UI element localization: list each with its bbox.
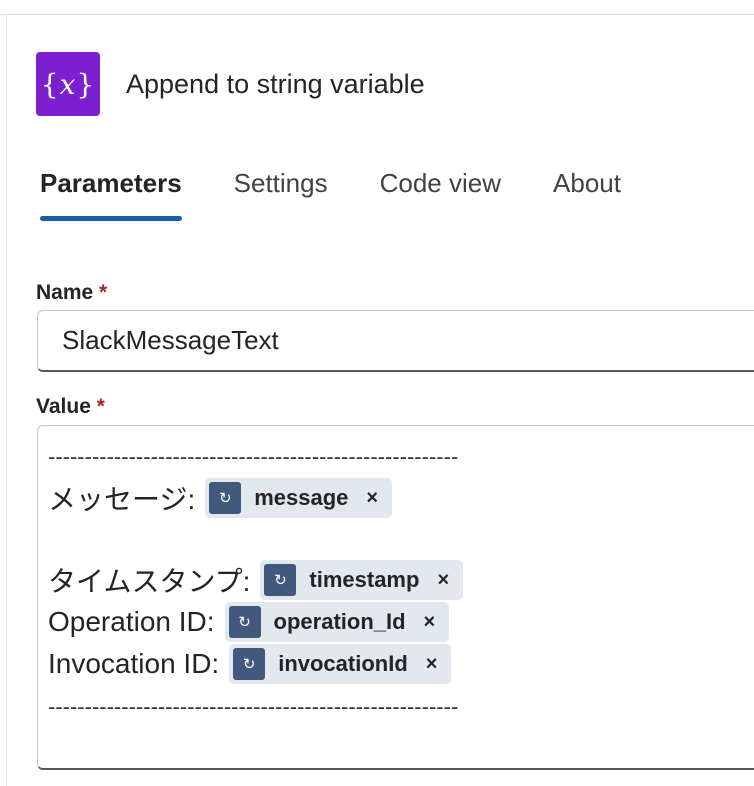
remove-token-icon[interactable]: × — [426, 653, 438, 676]
remove-token-icon[interactable]: × — [437, 569, 449, 592]
required-marker: * — [96, 395, 105, 418]
token-label: message — [254, 485, 349, 510]
separator-line: ----------------------------------------… — [48, 694, 459, 719]
panel-top-border — [0, 14, 754, 15]
value-line-timestamp: タイムスタンプ: ↻ timestamp × — [48, 560, 464, 600]
dynamic-content-icon: ↻ — [264, 564, 297, 596]
remove-token-icon[interactable]: × — [366, 487, 378, 510]
line-prefix: Invocation ID: — [48, 648, 220, 679]
tab-about[interactable]: About — [553, 168, 621, 217]
value-line-message: メッセージ: ↻ message × — [48, 478, 393, 518]
dynamic-content-icon: ↻ — [209, 482, 242, 514]
value-line-operation-id: Operation ID: ↻ operation_Id × — [48, 602, 450, 642]
value-line-invocation-id: Invocation ID: ↻ invocationId × — [48, 644, 452, 684]
value-label-text: Value — [36, 395, 91, 418]
line-prefix: メッセージ: — [48, 484, 196, 515]
token-operation-id[interactable]: ↻ operation_Id × — [224, 602, 450, 642]
token-label: timestamp — [309, 567, 420, 592]
token-invocation-id[interactable]: ↻ invocationId × — [229, 644, 452, 684]
token-message[interactable]: ↻ message × — [205, 478, 393, 518]
tab-list: Parameters Settings Code view About — [40, 168, 673, 221]
value-label: Value * — [36, 395, 105, 419]
token-label: operation_Id — [273, 609, 406, 634]
name-label-text: Name — [36, 281, 94, 304]
tab-settings[interactable]: Settings — [234, 168, 328, 217]
remove-token-icon[interactable]: × — [424, 611, 436, 634]
token-timestamp[interactable]: ↻ timestamp × — [260, 560, 464, 600]
required-marker: * — [99, 281, 108, 304]
token-label: invocationId — [278, 651, 408, 676]
tab-code-view[interactable]: Code view — [380, 168, 501, 217]
tab-parameters[interactable]: Parameters — [40, 168, 182, 221]
separator-line: ----------------------------------------… — [48, 444, 459, 469]
variable-icon: {x} — [36, 52, 100, 116]
line-prefix: タイムスタンプ: — [48, 566, 251, 597]
dynamic-content-icon: ↻ — [233, 648, 266, 680]
name-input-value: SlackMessageText — [62, 325, 279, 355]
action-header: {x} Append to string variable — [36, 52, 425, 116]
panel-left-border — [6, 14, 7, 786]
line-prefix: Operation ID: — [48, 606, 215, 637]
action-title[interactable]: Append to string variable — [126, 69, 425, 100]
name-input[interactable]: SlackMessageText — [37, 310, 754, 372]
name-label: Name * — [36, 281, 107, 305]
dynamic-content-icon: ↻ — [228, 606, 261, 638]
